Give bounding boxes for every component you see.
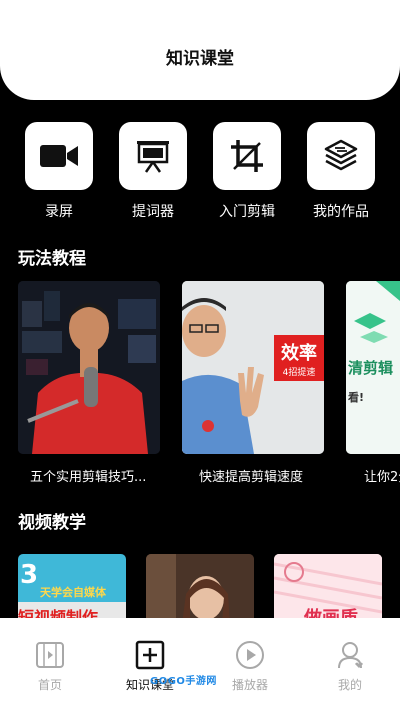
tool-icon-box (25, 122, 93, 190)
tutorial-card[interactable]: 清剪辑 看! (346, 281, 400, 454)
tool-my-works-button[interactable]: 我的作品 (306, 122, 376, 221)
tab-home[interactable]: 首页 (10, 618, 90, 693)
tool-beginner-edit-button[interactable]: 入门剪辑 (212, 122, 282, 221)
presentation-board-icon (137, 141, 169, 173)
tool-icon-box (119, 122, 187, 190)
card-banner: 效率 4招提速 (274, 335, 324, 381)
video-camera-icon (40, 145, 78, 167)
plus-square-icon (135, 640, 165, 670)
play-circle-icon (236, 641, 264, 669)
card-thumbnail (18, 281, 160, 454)
bottom-tab-bar: 首页 知识课堂 播放器 我的 (0, 618, 400, 710)
tab-player[interactable]: 播放器 (210, 618, 290, 693)
page-header: 知识课堂 (0, 0, 400, 100)
tool-label: 提词器 (132, 204, 174, 220)
tutorial-caption: 快速提高剪辑速度 (199, 470, 304, 485)
home-play-icon (36, 642, 64, 668)
tool-label: 我的作品 (313, 204, 369, 220)
tool-grid: 录屏 提词器 入门剪辑 我的作品 (0, 122, 400, 222)
watermark: GOGO手游网 (150, 676, 217, 687)
tutorial-caption: 五个实用剪辑技巧... (30, 470, 147, 485)
tool-icon-box (213, 122, 281, 190)
tool-label: 入门剪辑 (219, 204, 275, 220)
tab-mine[interactable]: 我的 (310, 618, 390, 693)
user-icon (338, 642, 363, 669)
banner-main-text: 效率 (281, 343, 317, 364)
tool-label: 录屏 (45, 204, 73, 220)
tutorial-card[interactable] (18, 281, 160, 454)
card-overlay-text: 清剪辑 (348, 359, 394, 377)
tab-label: 播放器 (231, 678, 268, 692)
tab-label: 我的 (337, 678, 362, 692)
card-thumbnail (146, 554, 254, 624)
video-card[interactable] (146, 554, 254, 624)
video-card[interactable]: 做画质 (274, 554, 382, 624)
tab-label: 首页 (37, 678, 62, 692)
layers-icon (324, 139, 358, 171)
tool-icon-box (307, 122, 375, 190)
banner-top-text: 天学会自媒体 (40, 586, 106, 599)
banner-number: 3 (20, 560, 39, 590)
tutorial-card[interactable]: 效率 4招提速 (182, 281, 324, 454)
card-overlay-sub: 看! (348, 391, 365, 404)
tool-teleprompter-button[interactable]: 提词器 (118, 122, 188, 221)
tool-record-screen-button[interactable]: 录屏 (24, 122, 94, 221)
crop-icon (231, 140, 263, 172)
tutorial-caption: 让你2分 (364, 470, 400, 485)
banner-sub-text: 4招提速 (282, 368, 316, 378)
page-title: 知识课堂 (166, 49, 234, 69)
video-card[interactable]: 3 天学会自媒体 短视频制作 (18, 554, 126, 624)
section-title-tutorials: 玩法教程 (18, 249, 86, 269)
section-title-video-teaching: 视频教学 (18, 513, 86, 533)
